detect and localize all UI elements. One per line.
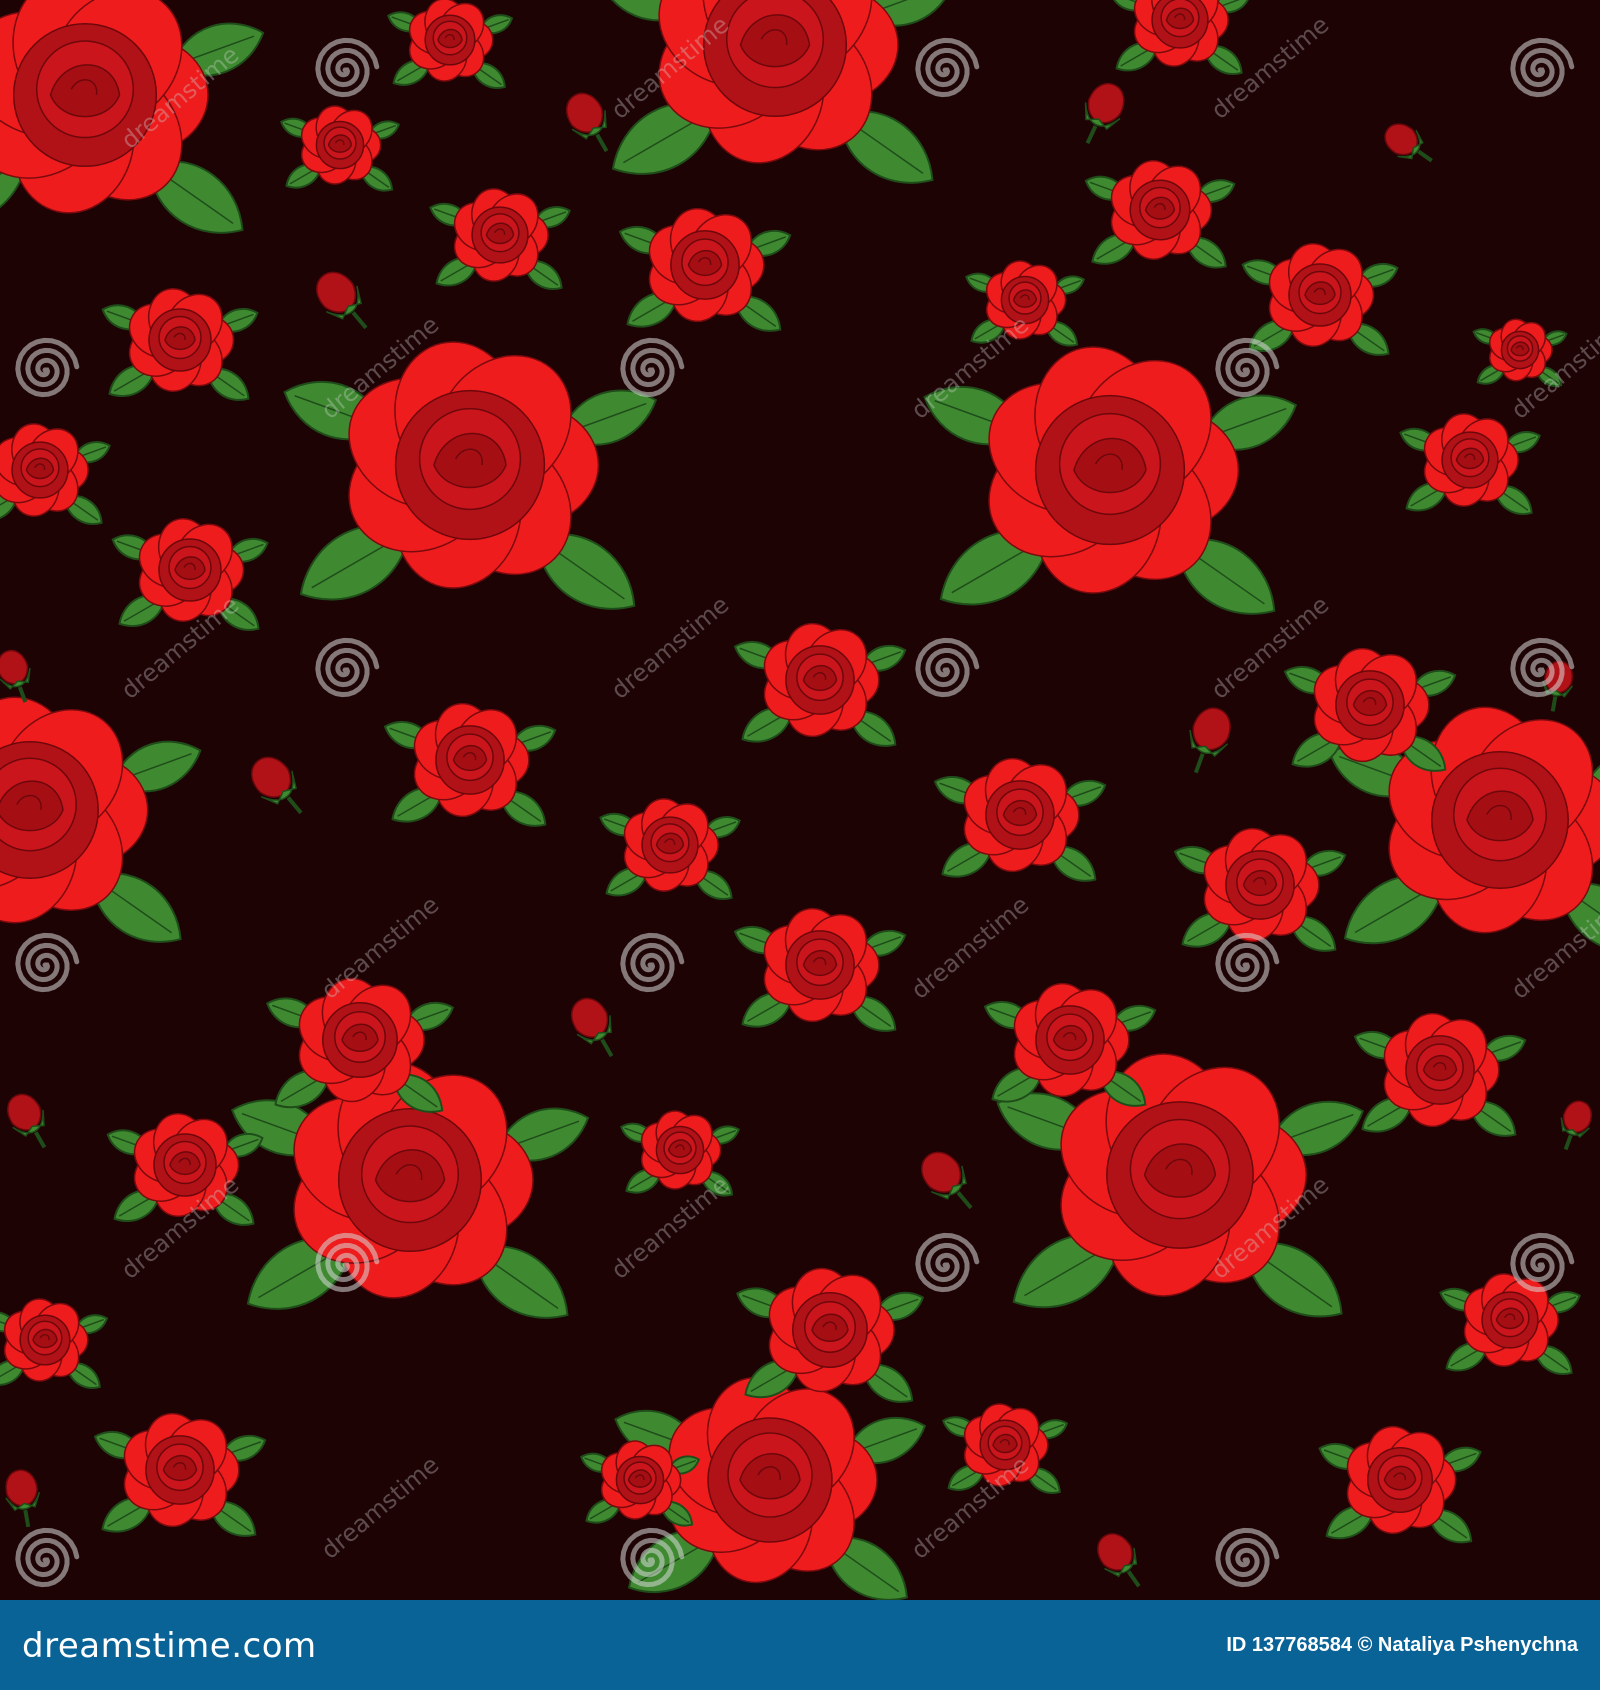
rose-bud [316, 271, 368, 330]
rose-bud [251, 756, 303, 815]
small-rose [1399, 413, 1541, 515]
small-rose [1283, 647, 1457, 772]
rose-pattern-image: dreamstime dreamstime dreamstime dreamstime… [0, 0, 1600, 1600]
small-rose [983, 982, 1157, 1107]
watermark-spiral-icon [915, 637, 980, 698]
stock-footer-bar: dreamstime.com ID 137768584 © Nataliya P… [0, 1600, 1600, 1690]
small-rose [1439, 1273, 1581, 1375]
watermark-spiral-icon [15, 337, 80, 398]
small-rose [266, 977, 455, 1113]
watermark-text: dreamstime [906, 890, 1034, 1004]
watermark-spiral-icon [15, 1527, 80, 1588]
id-label: ID [1226, 1634, 1247, 1656]
small-rose [1353, 1012, 1527, 1137]
small-rose [1318, 1425, 1482, 1544]
small-rose [1084, 160, 1236, 269]
small-rose [733, 622, 907, 747]
watermark-spiral-icon [1215, 1527, 1280, 1588]
copyright-symbol: © [1357, 1634, 1373, 1656]
watermark-spiral-icon [15, 932, 80, 993]
watermark-spiral-icon [620, 337, 685, 398]
watermark-spiral-icon [1510, 37, 1575, 98]
small-rose [618, 207, 792, 332]
rose-bud [5, 1469, 41, 1528]
watermark-spiral-icon [915, 1232, 980, 1293]
rose-bud [1189, 707, 1231, 774]
image-id: 137768584 [1251, 1634, 1353, 1656]
rose-bud [1560, 1100, 1592, 1151]
small-rose [429, 188, 571, 290]
small-rose [280, 105, 401, 192]
small-rose [733, 907, 907, 1032]
watermark-spiral-icon [1215, 337, 1280, 398]
watermark-text: dreamstime [316, 1450, 444, 1564]
rose-bud [7, 1093, 47, 1149]
rose-bud [921, 1151, 973, 1210]
watermark-spiral-icon [1510, 1232, 1575, 1293]
watermark-spiral-icon [315, 37, 380, 98]
small-rose [93, 1412, 267, 1537]
small-rose [0, 423, 111, 525]
watermark-spiral-icon [915, 37, 980, 98]
small-rose [383, 702, 557, 827]
author-name: Nataliya Pshenychna [1377, 1634, 1578, 1656]
rose-bud [1097, 1533, 1141, 1588]
image-credit: ID 137768584 © Nataliya Pshenychna [1226, 1634, 1578, 1657]
watermark-spiral-icon [315, 637, 380, 698]
rose-bud [1084, 82, 1125, 145]
rose-bud [1384, 123, 1433, 163]
large-rose [0, 696, 202, 943]
small-rose [101, 288, 259, 401]
small-rose [736, 1267, 925, 1403]
small-rose [599, 798, 741, 900]
large-rose [283, 341, 658, 610]
site-name: dreamstime.com [22, 1626, 317, 1666]
small-rose [933, 757, 1107, 882]
small-rose [1109, 0, 1251, 75]
watermark-spiral-icon [1215, 932, 1280, 993]
small-rose [0, 1298, 109, 1389]
watermark-spiral-icon [620, 932, 685, 993]
rose-pattern-artwork: dreamstime dreamstime dreamstimedreamstime… [0, 0, 1600, 1600]
small-rose [386, 0, 514, 89]
rose-bud [570, 997, 614, 1058]
